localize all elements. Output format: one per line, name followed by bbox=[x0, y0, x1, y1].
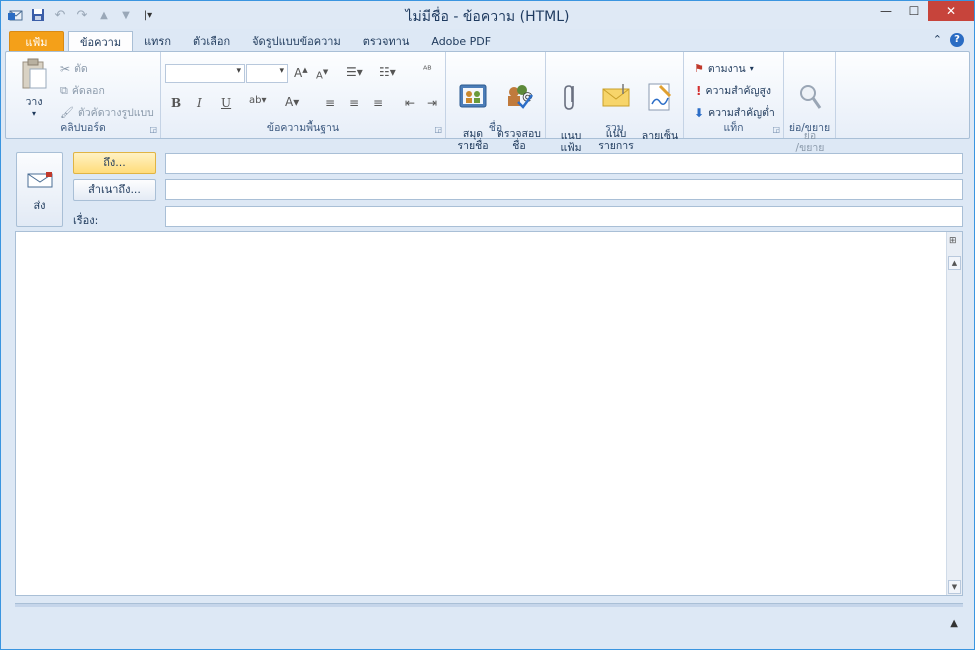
maximize-icon[interactable]: ☐ bbox=[900, 1, 928, 21]
close-icon[interactable]: ✕ bbox=[928, 1, 974, 21]
attach-item-button[interactable]: แนบ รายการ bbox=[594, 58, 638, 164]
highlight-icon[interactable]: ab▾ bbox=[249, 95, 267, 106]
tab-format-text[interactable]: จัดรูปแบบข้อความ bbox=[241, 31, 352, 52]
group-label-names: ชื่อ bbox=[488, 122, 503, 134]
send-label: ส่ง bbox=[33, 199, 46, 212]
high-importance-label: ความสำคัญสูง bbox=[705, 85, 772, 97]
align-right-icon[interactable]: ≡ bbox=[373, 96, 383, 110]
cc-button[interactable]: สำเนาถึง... bbox=[73, 179, 156, 201]
copy-label: คัดลอก bbox=[71, 85, 105, 97]
title-bar: ↶ ↷ ▲ ▼ |▾ ไม่มีชื่อ - ข้อความ (HTML) — … bbox=[1, 1, 974, 29]
italic-icon[interactable]: I bbox=[197, 96, 202, 110]
font-size-combo[interactable] bbox=[246, 64, 288, 83]
follow-up-label: ตามงาน bbox=[707, 63, 746, 75]
group-basic-text: A▲ A▼ ☰▾ ☷▾ ᴬᴮ B I U ab▾ A▾ ≡ ≡ ≡ ⇤ ⇥ ข้… bbox=[161, 52, 446, 138]
check-names-button[interactable]: @ ตรวจสอบ ชื่อ bbox=[496, 58, 542, 164]
paperclip-icon bbox=[554, 70, 588, 115]
window-title: ไม่มีชื่อ - ข้อความ (HTML) bbox=[405, 9, 570, 25]
people-pane-divider[interactable] bbox=[15, 603, 963, 607]
increase-indent-icon[interactable]: ⇥ bbox=[427, 96, 437, 110]
zoom-button[interactable]: ย่อ /ขยาย bbox=[788, 58, 832, 166]
scroll-down-icon[interactable]: ▼ bbox=[948, 580, 961, 594]
bold-icon[interactable]: B bbox=[171, 96, 181, 110]
tab-options[interactable]: ตัวเลือก bbox=[182, 31, 241, 52]
font-color-icon[interactable]: A▾ bbox=[285, 95, 299, 109]
expand-people-pane-icon[interactable]: ▲ bbox=[950, 618, 958, 629]
paste-button[interactable]: วาง ▾ bbox=[16, 58, 52, 120]
flag-icon: ⚑ bbox=[694, 62, 704, 75]
magnifier-icon bbox=[788, 70, 832, 115]
cc-field[interactable] bbox=[165, 179, 963, 200]
tab-review[interactable]: ตรวจทาน bbox=[352, 31, 421, 52]
dialog-launcher-icon[interactable]: ◲ bbox=[434, 125, 442, 134]
follow-up-button[interactable]: ⚑ ตามงาน ▾ bbox=[694, 60, 754, 77]
group-include: แนบ แฟ้ม แนบ รายการ ลายเซ็น ▾ รวม bbox=[546, 52, 684, 164]
send-button[interactable]: ส่ง bbox=[16, 152, 63, 227]
down-arrow-icon: ⬇ bbox=[694, 105, 705, 120]
decrease-indent-icon[interactable]: ⇤ bbox=[405, 96, 415, 110]
subject-field[interactable] bbox=[165, 206, 963, 227]
group-names: สมุด รายชื่อ @ ตรวจสอบ ชื่อ ชื่อ bbox=[446, 52, 546, 152]
minimize-icon[interactable]: — bbox=[872, 1, 900, 21]
check-names-icon: @ bbox=[496, 70, 542, 113]
outlook-message-window: ↶ ↷ ▲ ▼ |▾ ไม่มีชื่อ - ข้อความ (HTML) — … bbox=[0, 0, 975, 650]
message-body[interactable]: ⊞ ▲ ▼ bbox=[15, 231, 963, 596]
attach-file-button[interactable]: แนบ แฟ้ม bbox=[554, 58, 588, 166]
align-center-icon[interactable]: ≡ bbox=[349, 96, 359, 110]
tab-insert[interactable]: แทรก bbox=[133, 31, 182, 52]
copy-button[interactable]: ⧉ คัดลอก bbox=[60, 82, 105, 99]
group-label-basic-text: ข้อความพื้นฐาน bbox=[266, 122, 340, 134]
clear-formatting-icon[interactable]: ᴬᴮ bbox=[423, 65, 432, 76]
signature-icon bbox=[640, 70, 680, 115]
group-zoom: ย่อ /ขยาย ย่อ/ขยาย bbox=[784, 52, 836, 154]
brush-icon: 🖌 bbox=[60, 106, 74, 119]
copy-icon: ⧉ bbox=[60, 83, 68, 97]
ribbon-controls: ⌃ ? bbox=[933, 33, 964, 47]
cut-label: ตัด bbox=[74, 63, 88, 75]
group-label-include: รวม bbox=[605, 122, 624, 134]
exclamation-icon: ! bbox=[696, 83, 702, 98]
address-book-icon bbox=[452, 70, 494, 113]
shrink-font-icon[interactable]: A▼ bbox=[316, 68, 328, 81]
dialog-launcher-icon[interactable]: ◲ bbox=[149, 125, 157, 134]
tab-file[interactable]: แฟ้ม bbox=[9, 31, 64, 52]
grow-font-icon[interactable]: A▲ bbox=[294, 66, 308, 80]
high-importance-button[interactable]: ! ความสำคัญสูง bbox=[696, 82, 771, 99]
ribbon-tabs: แฟ้ม ข้อความ แทรก ตัวเลือก จัดรูปแบบข้อค… bbox=[9, 30, 502, 52]
tab-adobe-pdf[interactable]: Adobe PDF bbox=[420, 31, 502, 52]
vertical-scrollbar[interactable]: ⊞ ▲ ▼ bbox=[946, 232, 962, 595]
group-label-zoom: ย่อ/ขยาย bbox=[788, 122, 831, 134]
cut-button[interactable]: ✂ ตัด bbox=[60, 60, 88, 77]
window-controls: — ☐ ✕ bbox=[872, 1, 974, 21]
font-name-combo[interactable] bbox=[165, 64, 245, 83]
follow-up-dropdown-icon: ▾ bbox=[749, 64, 754, 73]
numbering-icon[interactable]: ☷▾ bbox=[379, 65, 396, 79]
to-button[interactable]: ถึง... bbox=[73, 152, 156, 174]
paste-label: วาง bbox=[25, 96, 43, 108]
to-field[interactable] bbox=[165, 153, 963, 174]
underline-icon[interactable]: U bbox=[221, 96, 231, 110]
align-left-icon[interactable]: ≡ bbox=[325, 96, 335, 110]
ruler-toggle-icon[interactable]: ⊞ bbox=[949, 236, 957, 246]
group-tags: ⚑ ตามงาน ▾ ! ความสำคัญสูง ⬇ ความสำคัญต่ำ… bbox=[684, 52, 784, 138]
group-clipboard: วาง ▾ ✂ ตัด ⧉ คัดลอก 🖌 ตัวคัดวางรูปแบบ ค… bbox=[6, 52, 161, 138]
group-label-clipboard: คลิปบอร์ด bbox=[60, 122, 106, 134]
bullets-icon[interactable]: ☰▾ bbox=[346, 65, 363, 79]
envelope-icon bbox=[594, 70, 638, 113]
group-label-tags: แท็ก bbox=[723, 122, 744, 134]
scissors-icon: ✂ bbox=[60, 61, 71, 76]
send-icon bbox=[26, 171, 54, 192]
help-icon[interactable]: ? bbox=[950, 33, 964, 47]
subject-label: เรื่อง: bbox=[73, 214, 99, 227]
address-book-button[interactable]: สมุด รายชื่อ bbox=[452, 58, 494, 164]
ribbon: วาง ▾ ✂ ตัด ⧉ คัดลอก 🖌 ตัวคัดวางรูปแบบ ค… bbox=[5, 51, 970, 164]
minimize-ribbon-icon[interactable]: ⌃ bbox=[933, 33, 942, 47]
tab-message[interactable]: ข้อความ bbox=[68, 31, 134, 52]
scroll-up-icon[interactable]: ▲ bbox=[948, 256, 961, 270]
dialog-launcher-icon[interactable]: ◲ bbox=[772, 125, 780, 134]
paste-icon bbox=[16, 58, 52, 93]
